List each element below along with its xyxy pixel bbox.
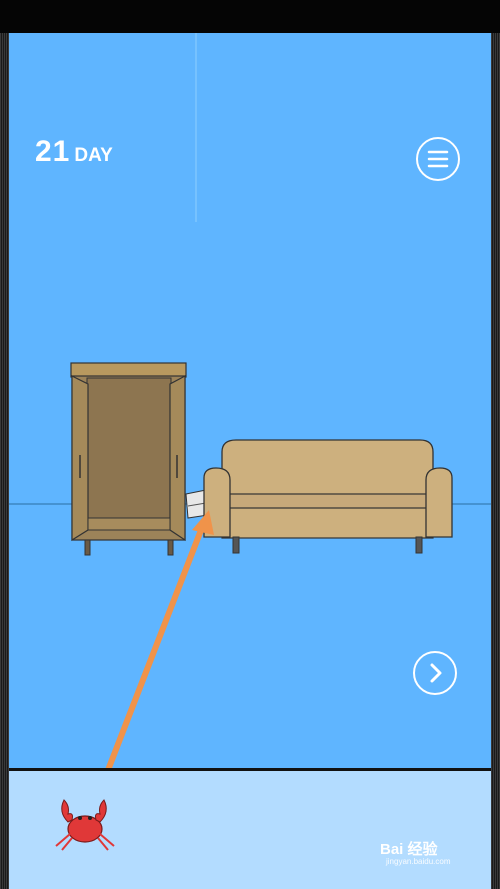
wardrobe[interactable] <box>70 362 187 556</box>
watermark-url: jingyan.baidu.com <box>386 857 451 866</box>
watermark-brand: Bai 经验 <box>380 841 438 858</box>
scene-art <box>9 33 491 835</box>
watermark: Bai 经验 jingyan.baidu.com <box>380 838 450 866</box>
sofa[interactable] <box>203 439 453 554</box>
